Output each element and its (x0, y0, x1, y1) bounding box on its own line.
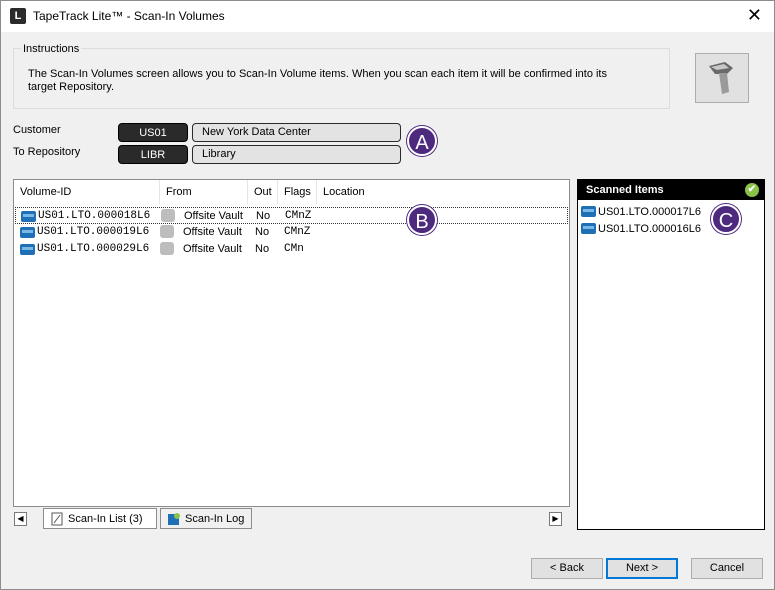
title-bar: L TapeTrack Lite™ - Scan-In Volumes ✕ (1, 1, 774, 32)
customer-label: Customer (13, 124, 61, 136)
repository-name: Library (192, 145, 401, 164)
repository-code: LIBR (118, 145, 188, 164)
scroll-left-icon[interactable]: ◀ (14, 512, 27, 526)
vault-icon (161, 209, 175, 222)
tape-icon (20, 227, 35, 238)
scanned-item-label: US01.LTO.000016L6 (598, 223, 701, 235)
table-row[interactable]: US01.LTO.000018L6 Offsite Vault No CMnZ (15, 207, 568, 224)
scanned-items-header: Scanned Items ✔ (578, 180, 764, 200)
log-icon (168, 513, 180, 525)
scan-in-list[interactable]: Volume-ID From Out Flags Location US01.L… (13, 179, 570, 507)
tab-strip: ◀ Scan-In List (3) Scan-In Log ▶ (13, 508, 570, 530)
column-header-out[interactable]: Out (248, 180, 278, 204)
volume-id-cell: US01.LTO.000029L6 (37, 243, 150, 255)
flags-cell: CMnZ (284, 226, 311, 238)
vault-icon (160, 225, 174, 238)
instructions-text: The Scan-In Volumes screen allows you to… (28, 68, 607, 93)
check-icon: ✔ (745, 183, 759, 197)
scanned-item[interactable]: US01.LTO.000016L6 (580, 221, 701, 237)
tab-label: Scan-In Log (185, 513, 245, 525)
from-cell: Offsite Vault (184, 210, 243, 222)
from-cell: Offsite Vault (183, 243, 242, 255)
callout-badge-a: A (407, 126, 437, 156)
document-icon (51, 512, 63, 526)
tape-icon (20, 244, 35, 255)
tape-icon (21, 211, 36, 222)
scan-in-window: L TapeTrack Lite™ - Scan-In Volumes ✕ In… (0, 0, 775, 590)
column-header-location[interactable]: Location (317, 180, 407, 204)
tab-label: Scan-In List (3) (68, 513, 143, 525)
volume-id-cell: US01.LTO.000019L6 (37, 226, 150, 238)
volume-id-cell: US01.LTO.000018L6 (38, 210, 151, 222)
instructions-legend: Instructions (21, 43, 82, 55)
next-button[interactable]: Next > (606, 558, 678, 579)
column-header-from[interactable]: From (160, 180, 248, 204)
scanned-item-label: US01.LTO.000017L6 (598, 206, 701, 218)
table-row[interactable]: US01.LTO.000029L6 Offsite Vault No CMn (15, 241, 568, 258)
window-title: TapeTrack Lite™ - Scan-In Volumes (33, 9, 225, 23)
barcode-scanner-icon (709, 62, 733, 94)
flags-cell: CMn (284, 243, 304, 255)
scanned-items-panel: Scanned Items ✔ US01.LTO.000017L6 US01.L… (577, 179, 765, 530)
callout-badge-b: B (407, 205, 437, 235)
cancel-button[interactable]: Cancel (691, 558, 763, 579)
app-logo-icon: L (10, 8, 26, 24)
table-row[interactable]: US01.LTO.000019L6 Offsite Vault No CMnZ (15, 224, 568, 241)
column-header-volume-id[interactable]: Volume-ID (14, 180, 160, 204)
out-cell: No (255, 226, 270, 238)
vault-icon (160, 242, 174, 255)
callout-badge-c: C (711, 204, 741, 234)
scanner-button[interactable] (695, 53, 749, 103)
tab-scan-in-log[interactable]: Scan-In Log (160, 508, 252, 529)
scanned-items-title: Scanned Items (586, 184, 664, 196)
tab-scan-in-list[interactable]: Scan-In List (3) (43, 508, 157, 529)
out-cell: No (255, 243, 270, 255)
customer-code: US01 (118, 123, 188, 142)
tape-icon (581, 223, 596, 234)
from-cell: Offsite Vault (183, 226, 242, 238)
column-header-flags[interactable]: Flags (278, 180, 317, 204)
scanned-item[interactable]: US01.LTO.000017L6 (580, 204, 701, 220)
tape-icon (581, 206, 596, 217)
customer-name: New York Data Center (192, 123, 401, 142)
back-button[interactable]: < Back (531, 558, 603, 579)
close-icon[interactable]: ✕ (747, 5, 762, 25)
scroll-right-icon[interactable]: ▶ (549, 512, 562, 526)
flags-cell: CMnZ (285, 210, 312, 222)
repository-label: To Repository (13, 146, 81, 158)
out-cell: No (256, 210, 271, 222)
